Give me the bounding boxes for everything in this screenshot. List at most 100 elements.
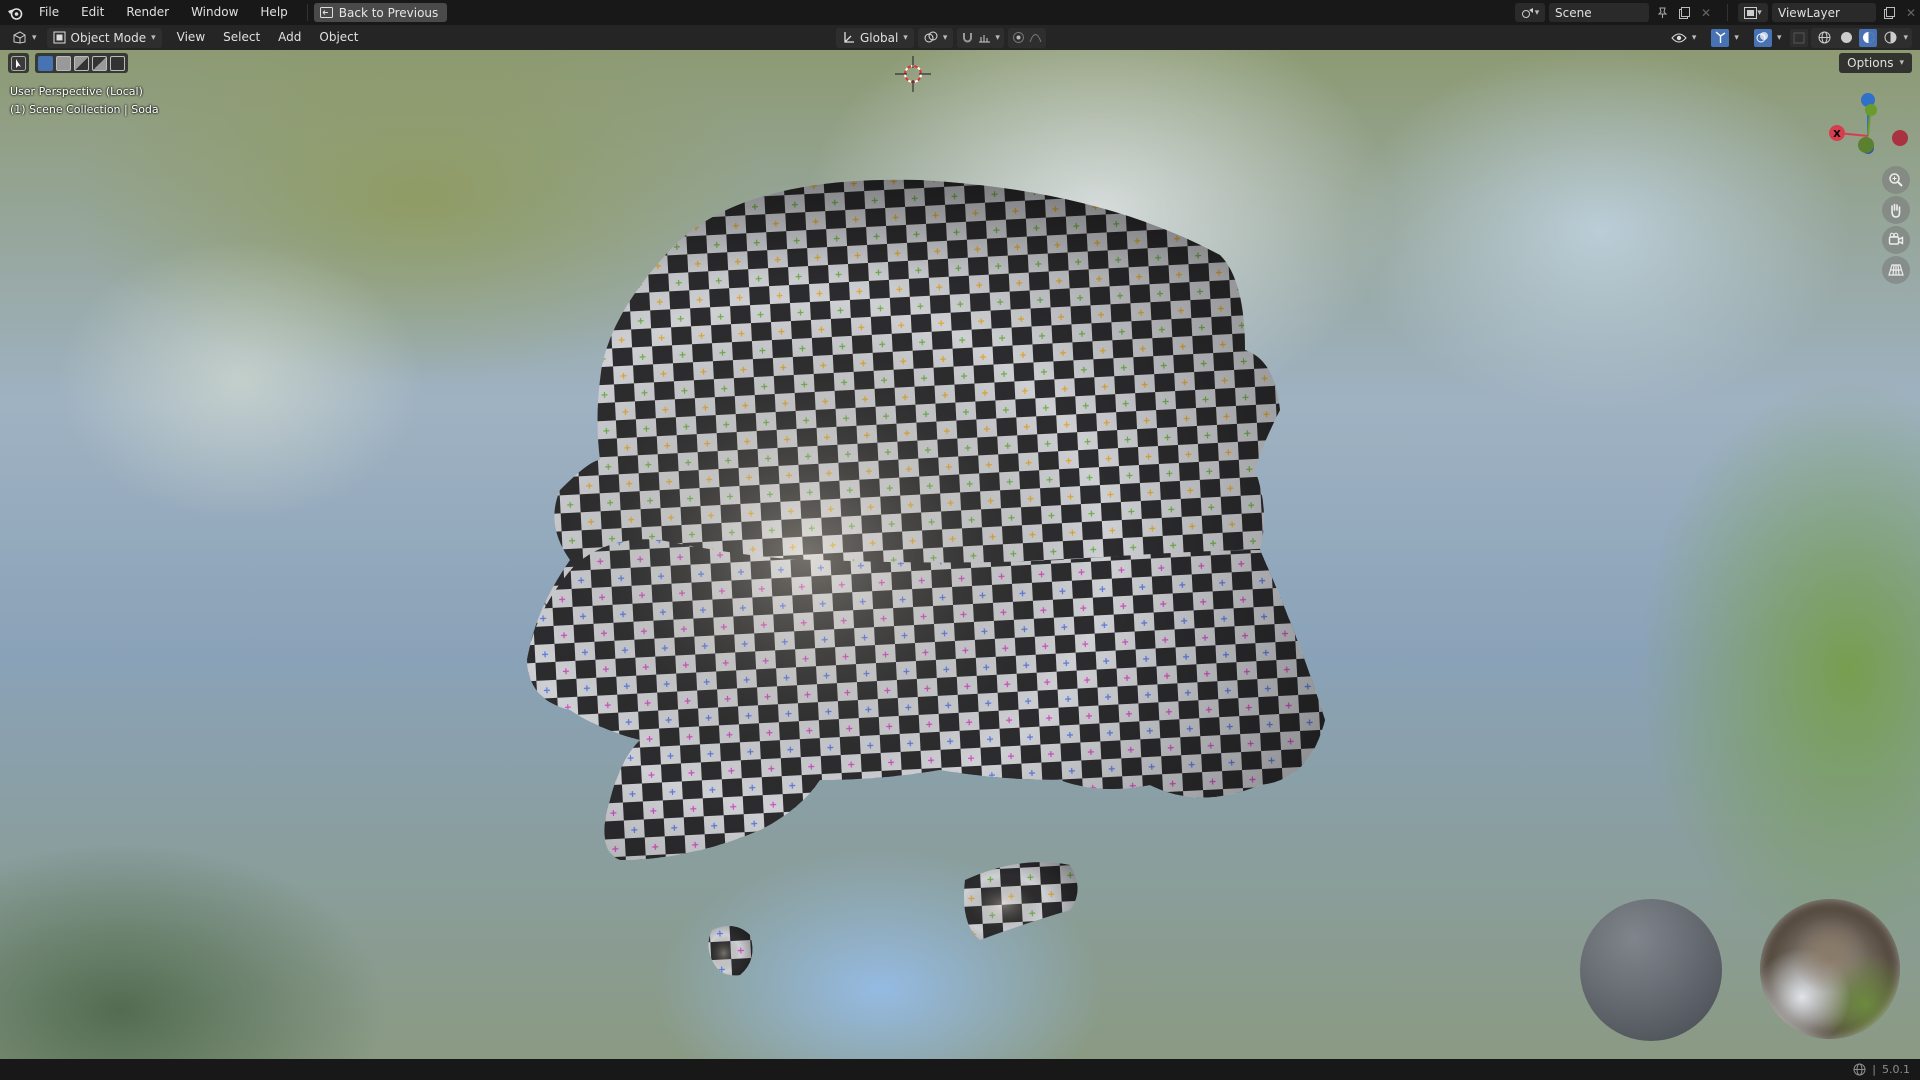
- gizmo-y-axis-icon[interactable]: [1865, 104, 1877, 116]
- material-preview-shading-button[interactable]: [1859, 28, 1878, 47]
- orientation-axis-icon: [844, 32, 854, 43]
- camera-icon: [1888, 232, 1904, 245]
- eye-icon: [1671, 33, 1687, 42]
- view-layer-name-field[interactable]: ViewLayer: [1772, 3, 1876, 22]
- wireframe-shading-button[interactable]: [1815, 29, 1833, 47]
- overlays-icon: [1756, 32, 1769, 43]
- gizmo-toggle[interactable]: [1711, 28, 1730, 47]
- gizmo-dropdown[interactable]: ▾: [1705, 28, 1745, 48]
- workspace-scene-controls: ▾ Scene ✕ ▾ ViewLayer ✕: [1515, 0, 1920, 25]
- back-to-previous-button[interactable]: Back to Previous: [313, 3, 448, 22]
- pivot-point-dropdown[interactable]: ▾: [917, 27, 954, 48]
- select-difference-icon[interactable]: [92, 55, 107, 71]
- chevron-down-icon: ▾: [942, 32, 948, 43]
- solid-shading-button[interactable]: [1837, 29, 1855, 47]
- scene-browse-button[interactable]: ▾: [1515, 3, 1545, 22]
- select-extend-icon[interactable]: [56, 55, 71, 71]
- pivot-icon: [924, 31, 938, 43]
- gizmo-icon: [1715, 31, 1726, 43]
- viewport-display-controls: ▾ ▾ ▾ ▾: [1665, 25, 1912, 50]
- status-bar: | 5.0.1: [0, 1059, 1920, 1080]
- soda-mesh-object[interactable]: [500, 120, 1360, 1000]
- view-layer-name: ViewLayer: [1778, 5, 1840, 20]
- new-scene-icon[interactable]: [1675, 3, 1693, 22]
- visibility-dropdown[interactable]: ▾: [1665, 28, 1703, 48]
- matcap-preview-sphere: [1580, 899, 1722, 1041]
- top-menu-bar: File Edit Render Window Help Back to Pre…: [0, 0, 1920, 25]
- proportional-edit-icon[interactable]: [1012, 31, 1025, 44]
- xray-toggle[interactable]: [1790, 28, 1809, 47]
- selection-mode-group: [35, 53, 128, 73]
- close-scene-icon[interactable]: ✕: [1697, 3, 1715, 22]
- divider: [306, 4, 308, 21]
- menu-window[interactable]: Window: [180, 0, 249, 25]
- zoom-button[interactable]: [1882, 166, 1910, 194]
- object-mode-dropdown[interactable]: Object Mode ▾: [46, 27, 162, 48]
- menu-render[interactable]: Render: [115, 0, 180, 25]
- 3d-cursor-icon[interactable]: [895, 56, 931, 92]
- tool-header: [8, 53, 128, 73]
- orientation-label: Global: [860, 30, 899, 45]
- viewport-header: ▾ Object Mode ▾ View Select Add Object G…: [0, 25, 1920, 50]
- menu-view[interactable]: View: [168, 25, 214, 50]
- select-intersect-icon[interactable]: [110, 55, 125, 71]
- zoom-magnifier-icon: [1889, 173, 1903, 187]
- editor-type-button[interactable]: ▾: [6, 28, 43, 48]
- gizmo-x-label: X: [1833, 129, 1841, 140]
- chevron-down-icon: ▾: [1899, 58, 1904, 68]
- hand-icon: [1891, 203, 1901, 218]
- menu-edit[interactable]: Edit: [70, 0, 115, 25]
- select-new-icon[interactable]: [38, 55, 53, 71]
- blender-logo-icon[interactable]: [2, 0, 28, 25]
- falloff-curve-icon[interactable]: [1029, 31, 1042, 44]
- gizmo-neg-y-icon[interactable]: [1858, 137, 1874, 153]
- view-layer-icon: [1744, 6, 1758, 19]
- snapping-group: ▾: [957, 27, 1004, 48]
- snap-increment-icon[interactable]: [978, 31, 991, 44]
- transform-controls: Global ▾ ▾ ▾: [836, 25, 1046, 50]
- menu-file[interactable]: File: [28, 0, 70, 25]
- snap-magnet-icon[interactable]: [961, 31, 974, 44]
- menu-select[interactable]: Select: [214, 25, 269, 50]
- blender-version: 5.0.1: [1882, 1063, 1910, 1076]
- view-layer-browse-button[interactable]: ▾: [1738, 3, 1768, 22]
- chevron-down-icon: ▾: [1534, 7, 1540, 18]
- scene-name-field[interactable]: Scene: [1549, 3, 1649, 22]
- transform-orientation-dropdown[interactable]: Global ▾: [836, 27, 914, 48]
- status-right: | 5.0.1: [1853, 1059, 1910, 1080]
- chevron-down-icon: ▾: [1734, 32, 1739, 43]
- hdri-preview-sphere: [1760, 899, 1900, 1039]
- material-sphere-icon: [1862, 32, 1874, 43]
- chevron-down-icon: ▾: [32, 32, 37, 43]
- chevron-down-icon[interactable]: ▾: [995, 33, 1000, 43]
- pan-button[interactable]: [1882, 196, 1910, 224]
- viewport-perspective-label: User Perspective (Local): [10, 85, 143, 98]
- xray-icon: [1793, 32, 1805, 43]
- perspective-toggle-button[interactable]: [1882, 256, 1910, 284]
- active-tool-button[interactable]: [8, 53, 29, 73]
- options-dropdown[interactable]: Options ▾: [1839, 53, 1912, 73]
- select-cursor-icon: [11, 55, 26, 71]
- rendered-shading-button[interactable]: [1881, 29, 1899, 47]
- chevron-down-icon: ▾: [151, 32, 156, 43]
- close-view-layer-icon[interactable]: ✕: [1902, 3, 1920, 22]
- menu-object[interactable]: Object: [310, 25, 367, 50]
- menu-help[interactable]: Help: [249, 0, 298, 25]
- chevron-down-icon: ▾: [1776, 32, 1782, 43]
- new-view-layer-icon[interactable]: [1880, 3, 1898, 22]
- overlays-dropdown[interactable]: ▾: [1748, 28, 1788, 48]
- solid-sphere-icon: [1840, 32, 1852, 43]
- options-label: Options: [1847, 56, 1894, 70]
- camera-view-button[interactable]: [1882, 226, 1910, 254]
- overlays-toggle[interactable]: [1753, 28, 1772, 47]
- chevron-down-icon: ▾: [1757, 7, 1762, 18]
- viewport-collection-label: (1) Scene Collection | Soda: [10, 103, 159, 116]
- select-subtract-icon[interactable]: [74, 55, 89, 71]
- pin-icon[interactable]: [1653, 3, 1671, 22]
- gizmo-neg-x-icon[interactable]: [1892, 130, 1908, 146]
- menu-add[interactable]: Add: [269, 25, 310, 50]
- mode-label: Object Mode: [70, 30, 147, 45]
- 3d-viewport[interactable]: User Perspective (Local) (1) Scene Colle…: [0, 50, 1920, 1059]
- chevron-down-icon[interactable]: ▾: [1903, 33, 1908, 43]
- globe-icon[interactable]: [1853, 1063, 1866, 1076]
